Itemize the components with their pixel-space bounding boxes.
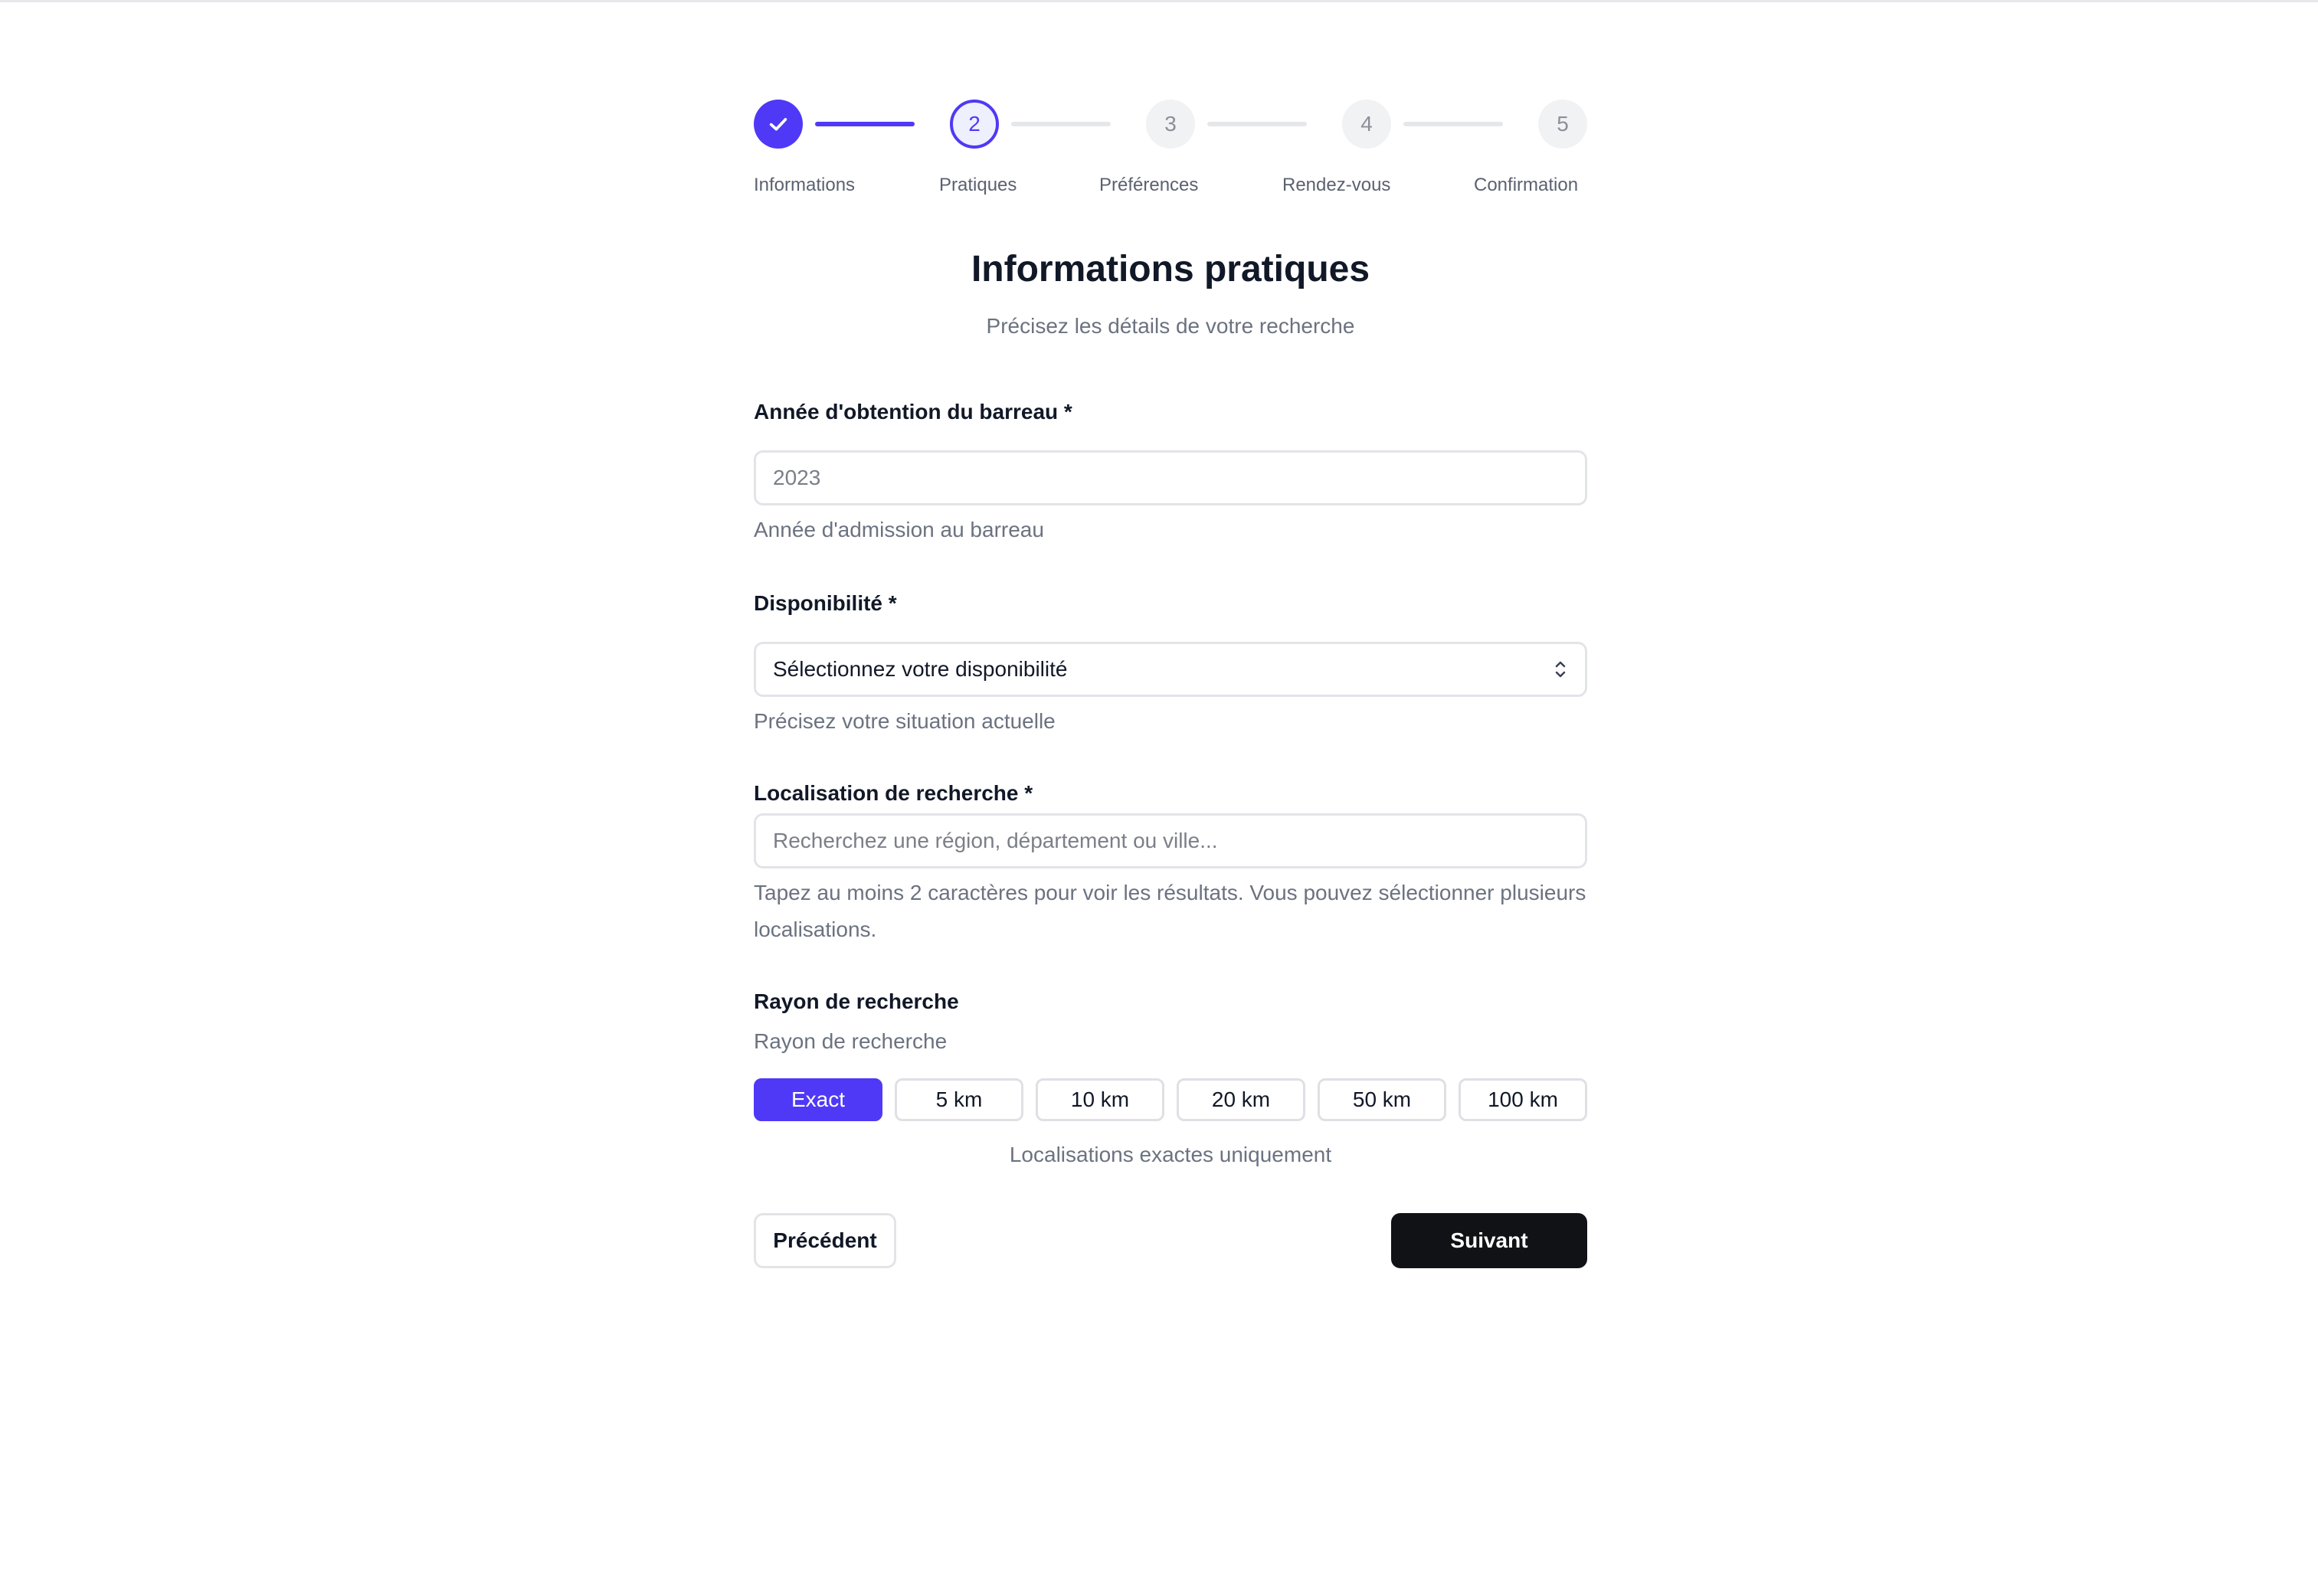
step-connector-3 <box>1207 122 1307 126</box>
check-icon <box>769 118 787 131</box>
chevron-up-down-icon <box>1555 661 1566 678</box>
top-border <box>0 0 2318 2</box>
location-help: Tapez au moins 2 caractères pour voir le… <box>754 881 1586 941</box>
radius-option-exact[interactable]: Exact <box>754 1078 882 1121</box>
next-button[interactable]: Suivant <box>1391 1213 1587 1268</box>
availability-help: Précisez votre situation actuelle <box>754 709 1056 733</box>
page-title: Informations pratiques <box>971 249 1370 289</box>
radius-option-50km[interactable]: 50 km <box>1318 1078 1446 1121</box>
availability-selected-value: Sélectionnez votre disponibilité <box>773 657 1068 681</box>
step-3-label: Préférences <box>1099 175 1199 195</box>
radius-sublabel: Rayon de recherche <box>754 1029 948 1053</box>
step-5-circle[interactable]: 5 <box>1538 100 1587 149</box>
step-5-label: Confirmation <box>1474 175 1579 195</box>
step-4-label: Rendez-vous <box>1282 175 1391 195</box>
location-label: Localisation de recherche * <box>754 781 1033 805</box>
location-search-input[interactable] <box>754 813 1587 868</box>
bar-year-label: Année d'obtention du barreau * <box>754 400 1072 424</box>
radius-label: Rayon de recherche <box>754 989 959 1013</box>
radius-option-10km[interactable]: 10 km <box>1036 1078 1164 1121</box>
step-2-label: Pratiques <box>939 175 1017 195</box>
radius-caption: Localisations exactes uniquement <box>1009 1143 1332 1166</box>
stepper: 2 3 4 5 Informations Pratiques Préférenc… <box>754 100 1587 207</box>
step-connector-4 <box>1403 122 1503 126</box>
step-connector-1 <box>815 122 915 126</box>
radius-option-20km[interactable]: 20 km <box>1177 1078 1305 1121</box>
radius-option-5km[interactable]: 5 km <box>895 1078 1023 1121</box>
bar-year-input[interactable] <box>754 450 1587 505</box>
previous-button[interactable]: Précédent <box>754 1213 896 1268</box>
step-2-circle[interactable]: 2 <box>950 100 999 149</box>
step-connector-2 <box>1011 122 1111 126</box>
step-4-circle[interactable]: 4 <box>1342 100 1391 149</box>
step-3-circle[interactable]: 3 <box>1146 100 1195 149</box>
availability-label: Disponibilité * <box>754 591 897 615</box>
step-1-label: Informations <box>754 175 856 195</box>
step-1-circle[interactable] <box>754 100 803 149</box>
bar-year-help: Année d'admission au barreau <box>754 518 1044 541</box>
availability-select[interactable]: Sélectionnez votre disponibilité <box>754 642 1587 697</box>
radius-option-100km[interactable]: 100 km <box>1459 1078 1587 1121</box>
page-subtitle: Précisez les détails de votre recherche <box>986 314 1355 338</box>
radius-options: Exact 5 km 10 km 20 km 50 km 100 km <box>754 1078 1587 1121</box>
